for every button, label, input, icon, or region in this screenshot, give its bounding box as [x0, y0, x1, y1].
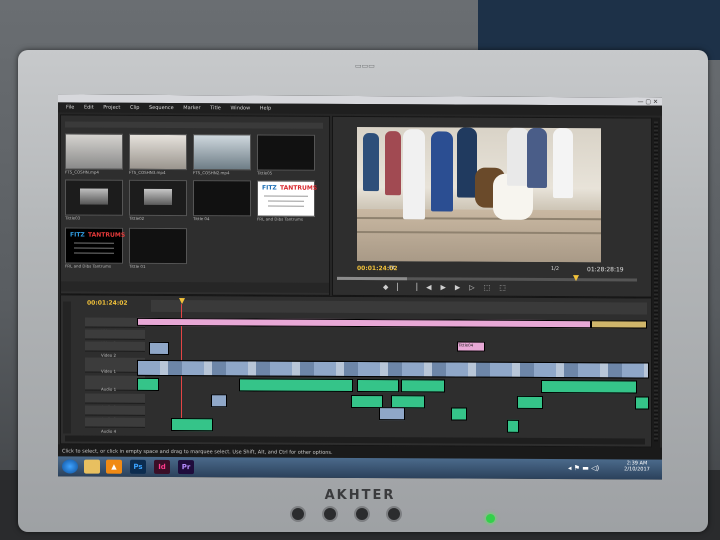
clip-thumbnail[interactable] — [193, 134, 251, 171]
clip-name: FRL and Dibs Tantrums — [65, 263, 111, 269]
title-card-thumbnail[interactable]: FITZ TANTRUMS — [257, 180, 318, 217]
clip-name: Tittle02 — [129, 215, 145, 221]
video-track-clips[interactable] — [137, 359, 649, 379]
track-header[interactable]: Audio 2 — [85, 393, 145, 410]
sequence-timecode[interactable]: 00:01:24:02 — [87, 300, 128, 307]
title-card-thumbnail[interactable]: FITZ TANTRUMS — [65, 227, 125, 264]
project-panel: FTS_COSHN.mp4 FTS_COSHN3.mp4 FTS_COSHN2.… — [60, 114, 330, 296]
clip-name: Tittle 04 — [193, 216, 210, 222]
status-hint: Click to select, or click in empty space… — [62, 448, 333, 456]
clip-thumbnail[interactable] — [193, 180, 251, 217]
video-frame — [357, 126, 601, 263]
track-header[interactable]: Audio 3 — [85, 405, 145, 422]
clip-name: FRL and Dibs Tantrums — [257, 216, 303, 222]
timeline-clip[interactable] — [357, 378, 399, 393]
tools-panel[interactable] — [63, 301, 71, 434]
windows-taskbar: ▲ Ps Id Pr ◂ ⚑ ▬ ◁) 2:39 AM 2/10/2017 — [58, 456, 662, 480]
time-ruler[interactable] — [151, 299, 647, 315]
title-card-line1: FITZ — [262, 184, 277, 192]
timeline-clip[interactable] — [541, 379, 637, 394]
timeline-clip[interactable] — [517, 395, 543, 409]
timeline-panel: 00:01:24:02 Video 4 Video 3 Video 2 Vide… — [60, 294, 652, 448]
timeline-clip[interactable] — [149, 341, 169, 355]
indesign-icon[interactable]: Id — [154, 459, 170, 475]
duration-timecode: 01:28:28:19 — [587, 266, 624, 274]
timeline-clip[interactable] — [211, 394, 227, 408]
track-header[interactable]: Video 2 — [85, 341, 145, 358]
menu-title[interactable]: Title — [210, 105, 221, 111]
menu-marker[interactable]: Marker — [183, 105, 200, 111]
bezel-logo: ▭▭▭ — [355, 62, 375, 70]
menu-help[interactable]: Help — [260, 105, 271, 111]
timeline-scrollbar[interactable] — [65, 435, 645, 445]
photoshop-icon[interactable]: Ps — [130, 459, 146, 474]
project-search[interactable] — [65, 121, 323, 129]
playback-scrubber[interactable] — [337, 276, 637, 282]
timeline-clip[interactable] — [239, 378, 353, 392]
project-panel-footer — [61, 281, 329, 293]
monitor-button-3[interactable] — [354, 506, 370, 522]
monitor-brand: AKHTER — [324, 488, 396, 503]
clip-thumbnail[interactable] — [129, 179, 187, 217]
monitor-button-4[interactable] — [386, 506, 402, 522]
clip-name: Tittle 01 — [129, 263, 146, 269]
timeline-clip[interactable] — [635, 396, 649, 410]
timeline-clip[interactable] — [401, 379, 445, 393]
resolution-select[interactable]: 1/2 — [551, 266, 559, 272]
tray-icons[interactable]: ◂ ⚑ ▬ ◁) — [568, 464, 599, 472]
menu-window[interactable]: Window — [230, 105, 250, 111]
timeline-clip[interactable] — [507, 419, 519, 433]
clip-name: Tittle03 — [65, 215, 81, 221]
file-explorer-icon[interactable] — [84, 459, 100, 474]
clip-name: Tittle05 — [257, 170, 273, 176]
premiere-icon[interactable]: Pr — [178, 460, 194, 475]
zoom-select[interactable]: Fit — [389, 265, 395, 271]
audio-meters — [652, 117, 660, 448]
playhead-icon[interactable] — [179, 298, 185, 305]
menu-sequence[interactable]: Sequence — [149, 105, 174, 111]
menu-edit[interactable]: Edit — [84, 105, 94, 111]
monitor-button-1[interactable] — [290, 506, 306, 522]
clip-name: FTS_COSHN3.mp4 — [129, 169, 166, 175]
timeline-clip[interactable] — [591, 320, 647, 329]
track-header[interactable]: Audio 1 — [85, 375, 145, 392]
clip-thumbnail[interactable] — [129, 227, 187, 265]
timeline-clip[interactable] — [379, 407, 405, 421]
clip-name: FTS_COSHN2.mp4 — [193, 170, 230, 176]
power-led[interactable] — [486, 514, 495, 523]
title-card-line2: TANTRUMS — [280, 184, 318, 192]
menu-bar: File Edit Project Clip Sequence Marker T… — [58, 102, 662, 116]
clip-thumbnail[interactable] — [65, 133, 123, 170]
monitor-screen: — ▢ ✕ File Edit Project Clip Sequence Ma… — [58, 94, 662, 480]
clip-thumbnail[interactable] — [129, 133, 187, 171]
menu-clip[interactable]: Clip — [130, 105, 139, 111]
timeline-clip[interactable] — [451, 407, 467, 421]
track-header[interactable]: Audio 4 — [85, 417, 145, 434]
clock-date: 2/10/2017 — [624, 466, 650, 473]
transport-controls[interactable]: ◆▏▕◀▶▶▷⬚⬚ — [383, 283, 515, 292]
clock[interactable]: 2:39 AM 2/10/2017 — [614, 460, 660, 472]
clip-name: FTS_COSHN.mp4 — [65, 169, 99, 175]
timeline-marker-clip[interactable]: Tittle04 — [457, 341, 485, 352]
menu-project[interactable]: Project — [103, 105, 120, 111]
track-header[interactable]: Video 3 — [85, 329, 145, 346]
clip-thumbnail[interactable] — [257, 134, 315, 171]
start-button-icon[interactable] — [62, 459, 78, 474]
track-header[interactable]: Video 1 — [85, 357, 145, 374]
menu-file[interactable]: File — [66, 104, 74, 110]
timeline-clip[interactable] — [137, 317, 591, 329]
timeline-clip[interactable] — [171, 418, 213, 432]
timeline-clip[interactable] — [137, 377, 159, 391]
monitor-button-2[interactable] — [322, 506, 338, 522]
vlc-icon[interactable]: ▲ — [106, 459, 122, 474]
clip-thumbnail[interactable] — [65, 179, 123, 216]
playhead-marker-icon[interactable] — [573, 275, 579, 282]
track-header[interactable]: Video 4 — [85, 317, 145, 334]
program-monitor: 00:01:24:02 Fit 1/2 01:28:28:19 ◆▏▕◀▶▶▷⬚… — [332, 115, 652, 298]
